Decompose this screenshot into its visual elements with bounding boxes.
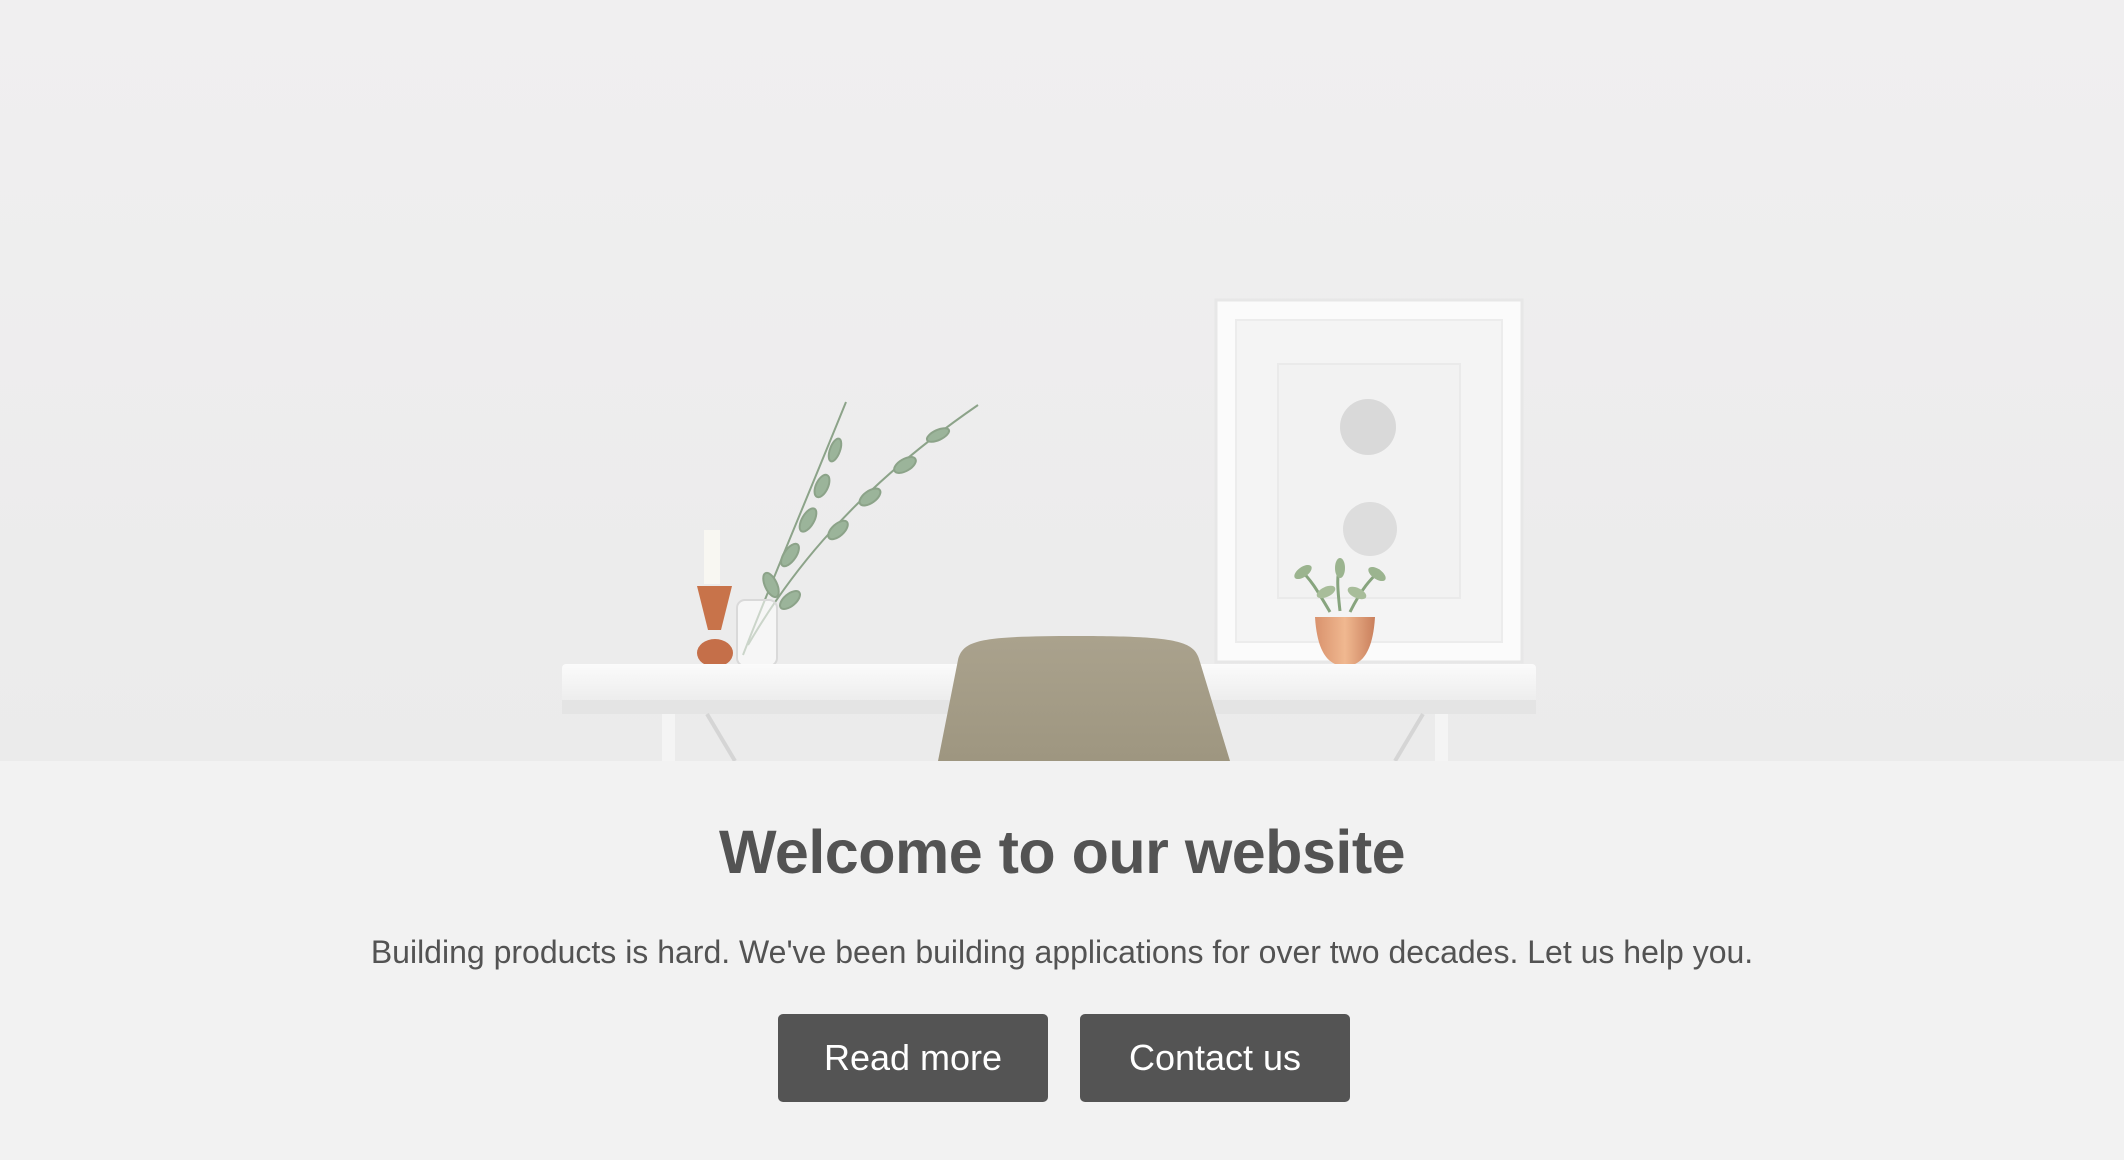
intro-section: Welcome to our website Building products… (0, 761, 2124, 1160)
intro-text: Building products is hard. We've been bu… (370, 934, 1754, 970)
hero-image (0, 0, 2124, 761)
page-title: Welcome to our website (718, 818, 1406, 886)
landing-page: Welcome to our website Building products… (0, 0, 2124, 1160)
read-more-button[interactable]: Read more (778, 1014, 1048, 1102)
picture-frame (1214, 298, 1524, 664)
chair (938, 636, 1230, 761)
action-buttons: Read more Contact us (0, 1014, 2124, 1102)
desk-scene-illustration (0, 0, 2124, 761)
contact-us-button[interactable]: Contact us (1080, 1014, 1350, 1102)
glass-vase (736, 599, 778, 667)
